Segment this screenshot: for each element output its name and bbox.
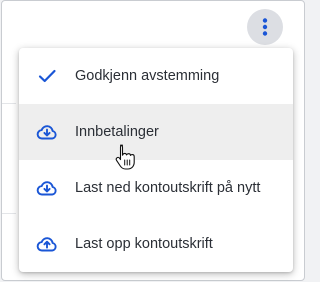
menu-item-upload-statement[interactable]: Last opp kontoutskrift xyxy=(19,216,293,272)
cloud-download-icon xyxy=(36,181,57,196)
hand-pointer-icon xyxy=(115,144,135,170)
cloud-download-icon xyxy=(36,125,57,140)
menu-item-label: Godkjenn avstemming xyxy=(75,68,220,84)
more-options-button[interactable] xyxy=(247,9,283,45)
menu-item-label: Last opp kontoutskrift xyxy=(75,236,213,252)
check-icon xyxy=(38,69,56,83)
actions-menu: Godkjenn avstemming Innbetalinger Last n… xyxy=(19,48,293,272)
menu-item-payments[interactable]: Innbetalinger xyxy=(19,104,293,160)
cloud-upload-icon xyxy=(36,237,57,252)
background-divider xyxy=(2,213,16,214)
more-vert-icon xyxy=(262,18,268,36)
menu-item-approve-reconciliation[interactable]: Godkjenn avstemming xyxy=(19,48,293,104)
menu-item-label: Last ned kontoutskrift på nytt xyxy=(75,180,261,196)
menu-item-redownload-statement[interactable]: Last ned kontoutskrift på nytt xyxy=(19,160,293,216)
background-divider xyxy=(2,103,16,104)
menu-item-label: Innbetalinger xyxy=(75,124,159,140)
